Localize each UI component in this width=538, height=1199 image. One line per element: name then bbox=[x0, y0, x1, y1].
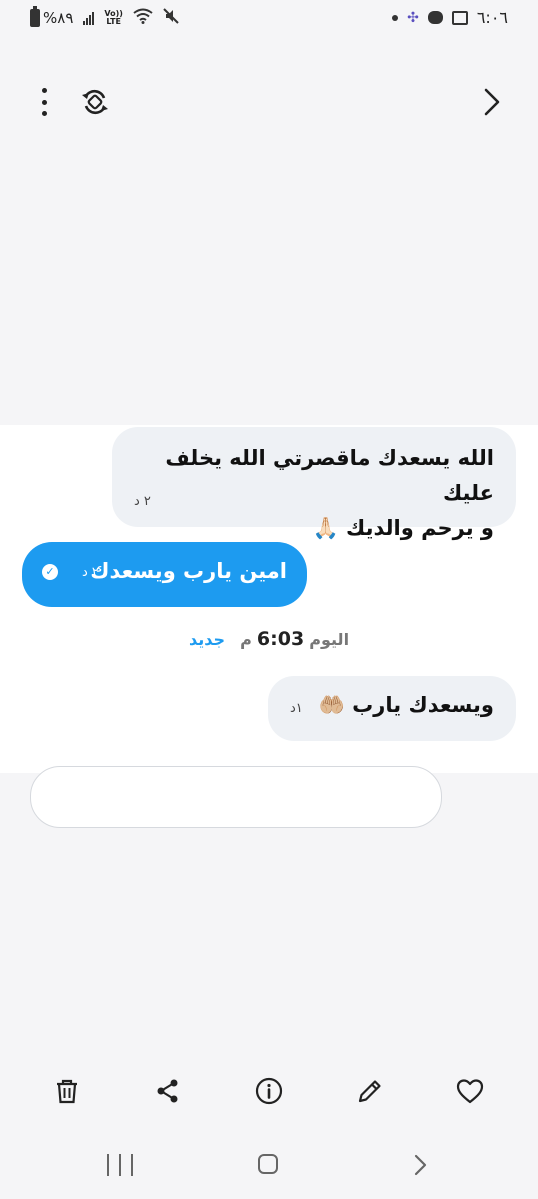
date-divider: اليوم 6:03 م جديد bbox=[0, 628, 538, 650]
message-text-line: و يرحم والديك 🙏🏻 bbox=[312, 516, 494, 540]
chevron-right-icon[interactable] bbox=[476, 86, 506, 118]
notification-dot-icon bbox=[392, 14, 399, 21]
divider-time: 6:03 bbox=[256, 628, 305, 650]
battery-percentage: %٨٩ bbox=[43, 9, 74, 27]
chat-thread: الله يسعدك ماقصرتي الله يخلف عليك و يرحم… bbox=[0, 425, 538, 828]
new-messages-label: جديد bbox=[188, 630, 225, 649]
action-bar bbox=[0, 1066, 538, 1118]
divider-ampm: م bbox=[240, 630, 252, 649]
gallery-notification-icon bbox=[451, 10, 468, 25]
kebab-menu-icon[interactable] bbox=[34, 88, 54, 116]
message-text-line: الله يسعدك ماقصرتي الله يخلف عليك bbox=[165, 446, 494, 505]
delete-icon[interactable] bbox=[52, 1076, 82, 1106]
message-bubble-incoming[interactable]: الله يسعدك ماقصرتي الله يخلف عليك و يرحم… bbox=[112, 427, 516, 540]
status-bar: %٨٩ Vo)) LTE ✣ ٦:٠٦ bbox=[0, 0, 538, 36]
edit-icon[interactable] bbox=[355, 1076, 385, 1106]
message-time: ٢ د bbox=[134, 494, 151, 509]
message-bubble-outgoing[interactable]: امين يارب ويسعدك ٢ د ✓ bbox=[22, 542, 307, 607]
message-text: امين يارب ويسعدك bbox=[90, 559, 287, 583]
rotate-icon[interactable] bbox=[80, 87, 110, 117]
message-text: ويسعدك يارب 🤲🏼 bbox=[318, 693, 494, 717]
top-bar bbox=[0, 70, 538, 134]
info-icon[interactable] bbox=[254, 1076, 284, 1106]
back-icon[interactable] bbox=[408, 1153, 432, 1177]
chat-notification-icon bbox=[427, 11, 443, 24]
mute-icon bbox=[163, 8, 179, 28]
message-text: الله يسعدك ماقصرتي الله يخلف عليك و يرحم… bbox=[134, 441, 494, 546]
message-bubble-incoming[interactable]: ويسعدك يارب 🤲🏼 ١د bbox=[268, 676, 516, 741]
battery-icon bbox=[30, 6, 40, 27]
partial-message-bubble[interactable] bbox=[30, 766, 442, 828]
message-time: ١د bbox=[290, 701, 303, 716]
wifi-icon bbox=[133, 8, 153, 28]
check-circle-icon: ✓ bbox=[42, 564, 58, 580]
volte-icon: Vo)) LTE bbox=[104, 10, 123, 26]
share-icon[interactable] bbox=[153, 1076, 183, 1106]
recents-icon[interactable] bbox=[107, 1154, 133, 1176]
heart-icon[interactable] bbox=[455, 1076, 485, 1106]
divider-day: اليوم bbox=[309, 630, 350, 649]
home-icon[interactable] bbox=[258, 1154, 278, 1174]
message-time: ٢ د bbox=[82, 565, 99, 580]
clock: ٦:٠٦ bbox=[476, 8, 508, 27]
signal-icon bbox=[83, 11, 95, 25]
lte-label: LTE bbox=[106, 17, 122, 26]
system-navigation-bar bbox=[0, 1140, 538, 1190]
app-notification-icon: ✣ bbox=[407, 9, 419, 26]
battery-indicator: %٨٩ bbox=[30, 6, 74, 27]
